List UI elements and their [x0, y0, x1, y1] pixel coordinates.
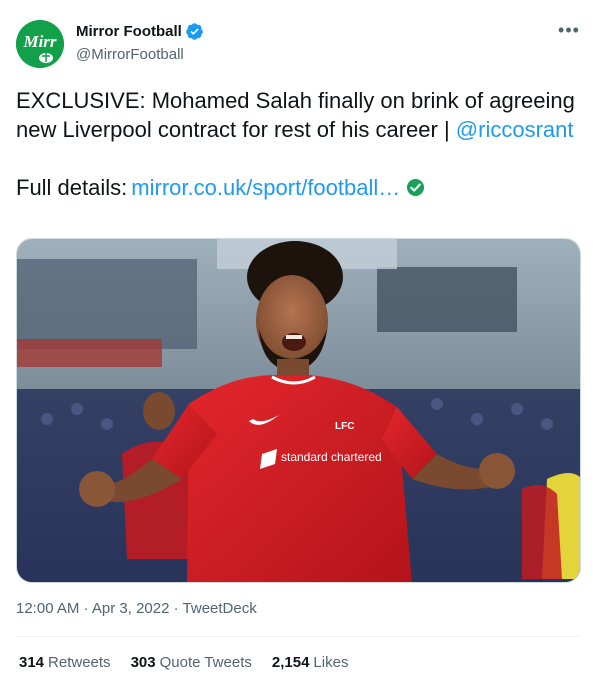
- shirt-badge-text: LFC: [335, 421, 354, 432]
- divider: [16, 636, 581, 637]
- mention-link[interactable]: @riccosrant: [456, 117, 574, 142]
- author-name-text[interactable]: Mirror Football: [76, 23, 182, 40]
- author-handle[interactable]: @MirrorFootball: [76, 46, 184, 63]
- more-options-icon[interactable]: •••: [557, 21, 581, 46]
- check-circle-icon: [407, 178, 425, 197]
- verified-badge-icon: [186, 23, 203, 40]
- avatar[interactable]: Mirr: [16, 20, 64, 68]
- tweet-meta: 12:00 AM · Apr 3, 2022 · TweetDeck: [16, 600, 257, 617]
- link-prefix: Full details:: [16, 175, 128, 200]
- tweet-stats: 314 Retweets 303 Quote Tweets 2,154 Likes: [19, 654, 348, 671]
- retweets-count: 314: [19, 654, 45, 671]
- tweet-link-line: Full details: mirror.co.uk/sport/footbal…: [16, 173, 581, 202]
- tweet-photo[interactable]: LFC standard chartered: [16, 238, 581, 583]
- meta-separator-1: ·: [79, 600, 92, 617]
- quote-tweets-count: 303: [130, 654, 156, 671]
- tweet-time[interactable]: 12:00 AM: [16, 600, 79, 617]
- retweets-stat[interactable]: 314 Retweets: [19, 654, 111, 671]
- avatar-text: Mirr: [22, 32, 56, 51]
- shirt-sponsor-text: standard chartered: [281, 450, 382, 464]
- tweet-date[interactable]: Apr 3, 2022: [92, 600, 170, 617]
- author-name[interactable]: Mirror Football: [76, 22, 204, 41]
- likes-count: 2,154: [271, 654, 310, 671]
- meta-separator-2: ·: [169, 600, 183, 617]
- article-link[interactable]: mirror.co.uk/sport/football…: [131, 173, 400, 202]
- salah-celebration-photo: LFC standard chartered: [17, 239, 580, 582]
- retweets-label: Retweets: [48, 654, 111, 671]
- quote-tweets-stat[interactable]: 303 Quote Tweets: [131, 654, 252, 671]
- likes-stat[interactable]: 2,154 Likes: [272, 654, 349, 671]
- tweet-source[interactable]: TweetDeck: [183, 600, 257, 617]
- tweet-text: EXCLUSIVE: Mohamed Salah finally on brin…: [16, 86, 581, 202]
- likes-label: Likes: [313, 654, 349, 671]
- mirror-football-logo: Mirr: [16, 20, 64, 68]
- tweet-body: EXCLUSIVE: Mohamed Salah finally on brin…: [16, 86, 581, 144]
- quote-tweets-label: Quote Tweets: [159, 654, 252, 671]
